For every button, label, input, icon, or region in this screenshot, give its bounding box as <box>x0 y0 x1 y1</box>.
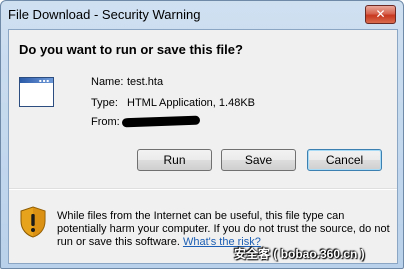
name-label: Name: <box>91 76 124 88</box>
security-shield-warning-icon <box>20 206 46 238</box>
separator <box>9 188 397 190</box>
close-button[interactable]: ✕ <box>365 5 396 24</box>
type-value: HTML Application, 1.48KB <box>127 97 255 109</box>
from-label: From: <box>91 116 120 128</box>
type-label: Type: <box>91 97 118 109</box>
run-button[interactable]: Run <box>137 149 212 171</box>
application-window-icon: ▪▪▪ <box>19 77 54 107</box>
watermark: 安全客 ( bobao.360.cn ) <box>234 247 365 261</box>
icon-window-controls: ▪▪▪ <box>38 78 50 83</box>
redacted-source <box>121 115 201 128</box>
dialog-question: Do you want to run or save this file? <box>19 42 243 57</box>
dialog-window: File Download - Security Warning ✕ Do yo… <box>0 0 404 269</box>
cancel-button[interactable]: Cancel <box>307 149 382 171</box>
window-title: File Download - Security Warning <box>8 7 201 22</box>
save-button[interactable]: Save <box>221 149 296 171</box>
dialog-body: Do you want to run or save this file? ▪▪… <box>8 29 398 264</box>
warning-message: While files from the Internet can be use… <box>57 210 392 249</box>
name-value: test.hta <box>127 76 164 88</box>
title-bar[interactable]: File Download - Security Warning ✕ <box>1 1 403 29</box>
